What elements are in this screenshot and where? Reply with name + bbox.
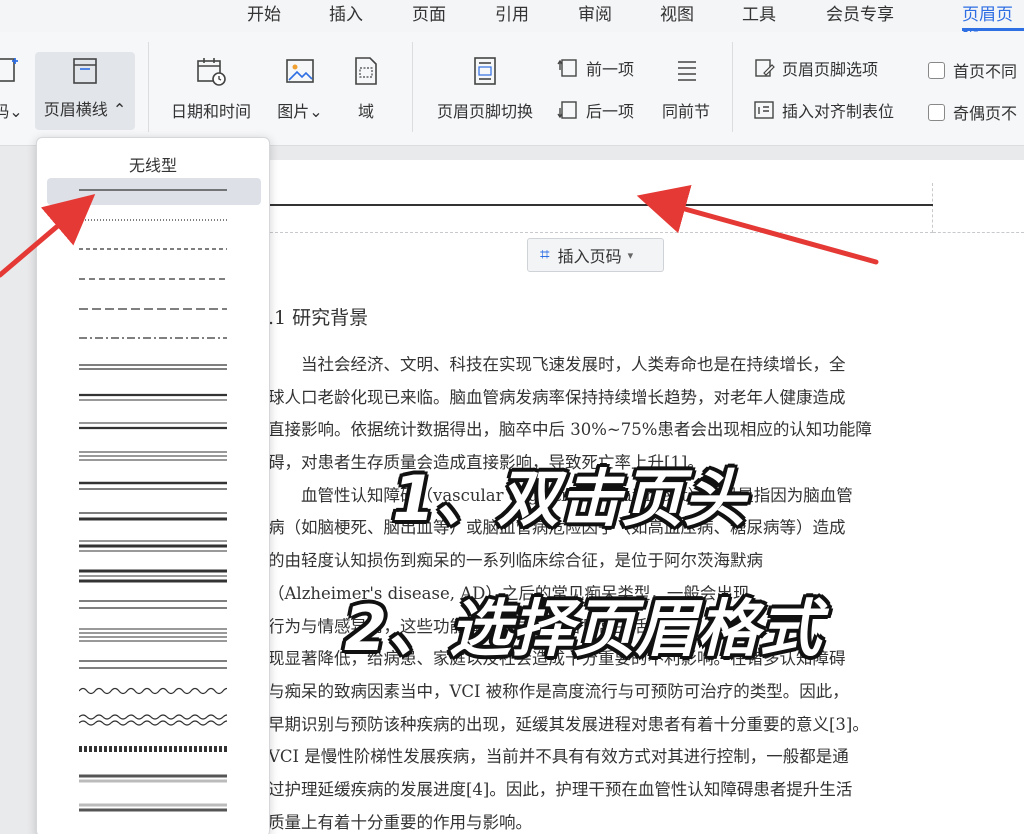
previous-item-button[interactable]: 前一项: [556, 56, 634, 80]
same-as-previous-icon: [669, 52, 703, 90]
line-style-thick-double[interactable]: [79, 479, 227, 493]
instruction-step2: 2、选择页眉格式: [344, 592, 822, 665]
text-line: 早期识别与预防该种疾病的出现，延缓其发展进程对患者有着十分重要的意义[3]。: [268, 714, 869, 734]
line-style-hatched[interactable]: [79, 743, 227, 755]
calendar-clock-icon: [194, 52, 228, 90]
tab-view[interactable]: 视图: [660, 0, 694, 26]
line-style-double-thin[interactable]: [79, 361, 227, 373]
odd-even-different-checkbox[interactable]: 奇偶页不: [928, 100, 1017, 124]
line-style-triple[interactable]: [79, 450, 227, 462]
next-item-button[interactable]: 后一项: [556, 98, 634, 122]
header-footer-options-button[interactable]: 页眉页脚选项: [752, 56, 878, 80]
line-style-thin-thick[interactable]: [79, 420, 227, 432]
line-style-thick-thin[interactable]: [79, 391, 227, 403]
text-line: 球人口老龄化现已来临。脑血管病发病率保持持续增长趋势，对老年人健康造成: [268, 387, 846, 407]
page-number-icon: [0, 52, 25, 90]
line-style-dashed-long[interactable]: [79, 303, 227, 315]
checkbox[interactable]: [928, 103, 945, 121]
picture-icon: [283, 52, 317, 90]
tab-start[interactable]: 开始: [247, 0, 281, 26]
line-style-thick-bar[interactable]: [79, 657, 227, 673]
header-rule-line: [250, 204, 933, 206]
tab-member[interactable]: 会员专享: [826, 0, 894, 26]
line-style-dotted[interactable]: [79, 214, 227, 226]
field-icon: [349, 52, 383, 90]
header-boundary: [933, 232, 1024, 233]
page-number-grid-icon: ⌗: [540, 245, 550, 265]
line-style-thin-thick-thin[interactable]: [79, 538, 227, 554]
checkbox[interactable]: [928, 61, 945, 79]
previous-icon: [556, 56, 580, 80]
header-line-button[interactable]: 页眉横线 ⌃: [35, 52, 135, 130]
tab-header-footer[interactable]: 页眉页脚: [962, 0, 1024, 50]
field-button[interactable]: 域: [344, 52, 388, 122]
tab-page[interactable]: 页面: [412, 0, 446, 26]
line-style-thick-single[interactable]: [79, 509, 227, 523]
ribbon-separator: [148, 42, 149, 132]
active-tab-indicator: [962, 28, 1024, 31]
ribbon-separator: [412, 42, 413, 132]
text-line: 的由轻度认知损伤到痴呆的一系列临床综合征，是位于阿尔茨海默病: [268, 551, 763, 571]
text-line: 直接影响。依据统计数据得出，脑卒中后 30%~75%患者会出现相应的认知功能障: [268, 420, 872, 440]
page-number-button[interactable]: 码⌄: [0, 52, 30, 122]
line-style-double-thick[interactable]: [79, 597, 227, 613]
ribbon-separator: [732, 42, 733, 132]
chevron-down-icon: ▾: [627, 248, 634, 262]
line-style-dashed-short[interactable]: [79, 243, 227, 255]
header-line-icon: [68, 52, 102, 90]
tab-review[interactable]: 审阅: [578, 0, 612, 26]
first-page-different-checkbox[interactable]: 首页不同: [928, 58, 1017, 82]
insert-page-number-button[interactable]: ⌗ 插入页码 ▾: [527, 238, 664, 272]
text-line: 质量上有着十分重要的作用与影响。: [268, 812, 532, 832]
line-style-single-thin[interactable]: [79, 184, 227, 196]
line-style-embossed[interactable]: [79, 772, 227, 786]
line-style-thick-thin-thick[interactable]: [79, 568, 227, 584]
text-line: 过护理延缓疾病的发展进度[4]。因此，护理干预在血管性认知障碍患者提升生活: [268, 779, 853, 799]
section-heading: .1 研究背景: [268, 307, 369, 329]
line-style-engraved[interactable]: [79, 801, 227, 815]
line-style-quad[interactable]: [79, 627, 227, 643]
tab-tools[interactable]: 工具: [742, 0, 776, 26]
line-style-double-wave[interactable]: [79, 713, 227, 727]
instruction-step1: 1、双击页头: [392, 462, 746, 535]
no-line-option[interactable]: 无线型: [37, 152, 269, 176]
header-region[interactable]: [250, 183, 933, 233]
same-as-previous-button[interactable]: 同前节: [656, 52, 716, 122]
switch-header-footer-button[interactable]: 页眉页脚切换: [430, 52, 540, 122]
options-icon: [752, 56, 776, 80]
insert-align-tab-button[interactable]: 插入对齐制表位: [752, 98, 894, 122]
text-line: 当社会经济、文明、科技在实现飞速发展时，人类寿命也是在持续增长，全: [268, 355, 846, 374]
align-tab-icon: [752, 98, 776, 122]
line-style-wave[interactable]: [79, 685, 227, 697]
text-line: VCI 是慢性阶梯性发展疾病，当前并不具有有效方式对其进行控制，一般都是通: [268, 747, 849, 767]
header-line-style-dropdown: 无线型: [36, 137, 270, 834]
picture-button[interactable]: 图片⌄: [272, 52, 328, 122]
next-icon: [556, 98, 580, 122]
header-footer-switch-icon: [468, 52, 502, 90]
text-line: 与痴呆的致病因素当中，VCI 被称作是高度流行与可预防可治疗的类型。因此，: [268, 681, 849, 701]
tab-references[interactable]: 引用: [495, 0, 529, 26]
date-time-button[interactable]: 日期和时间: [166, 52, 256, 122]
line-style-dashed-medium[interactable]: [79, 273, 227, 285]
tab-insert[interactable]: 插入: [329, 0, 363, 26]
ribbon: 码⌄ 页眉横线 ⌃ 日期和时间 图片⌄ 域 页眉页脚切换 前一项 后一项 同前节…: [0, 32, 1024, 146]
menu-bar: 开始 插入 页面 引用 审阅 视图 工具 会员专享 页眉页脚: [0, 0, 1024, 50]
line-style-dash-dot[interactable]: [79, 332, 227, 344]
